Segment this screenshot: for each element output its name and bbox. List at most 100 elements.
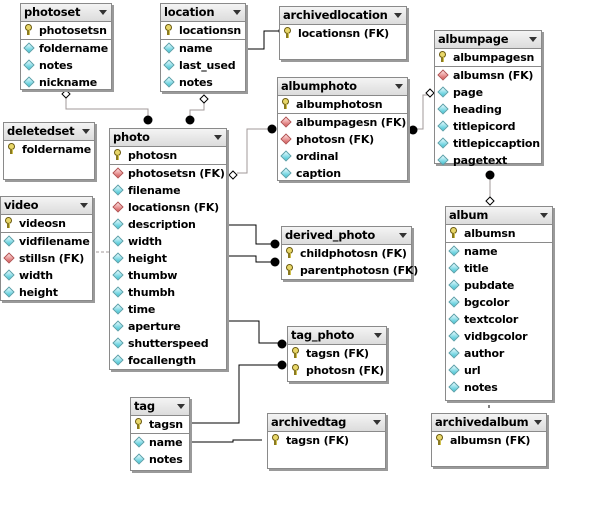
attribute-row[interactable]: pagetext xyxy=(435,152,541,169)
dropdown-arrow-icon[interactable] xyxy=(373,420,381,425)
entity-album[interactable]: album albumsn name title pubdate bgcolor textc… xyxy=(445,206,553,401)
attribute-row[interactable]: aperture xyxy=(110,318,226,335)
entity-archivedlocation[interactable]: archivedlocation locationsn (FK) xyxy=(279,6,407,60)
attribute-row[interactable]: foldername xyxy=(21,40,111,57)
relationship-line[interactable] xyxy=(237,128,271,174)
primary-key-row[interactable]: foldername xyxy=(4,141,94,158)
primary-key-row[interactable]: locationsn xyxy=(161,22,245,39)
attribute-row[interactable]: titlepiccaption xyxy=(435,135,541,152)
dropdown-arrow-icon[interactable] xyxy=(374,333,382,338)
attribute-row[interactable]: notes xyxy=(161,74,245,91)
primary-key-row[interactable]: albumphotosn xyxy=(278,96,407,113)
attribute-row[interactable]: title xyxy=(446,260,552,277)
primary-key-row[interactable]: albumpagesn xyxy=(435,49,541,66)
attribute-row[interactable]: filename xyxy=(110,182,226,199)
dropdown-arrow-icon[interactable] xyxy=(214,135,222,140)
primary-key-row[interactable]: photosn xyxy=(110,147,226,164)
primary-key-row[interactable]: albumsn xyxy=(446,225,552,242)
attribute-row[interactable]: description xyxy=(110,216,226,233)
attribute-row[interactable]: bgcolor xyxy=(446,294,552,311)
attribute-row[interactable]: notes xyxy=(446,379,552,396)
entity-archivedtag[interactable]: archivedtag tagsn (FK) xyxy=(267,413,386,469)
primary-key-row[interactable]: albumsn (FK) xyxy=(432,432,546,449)
primary-key-row[interactable]: tagsn (FK) xyxy=(288,345,386,362)
entity-title[interactable]: deletedset xyxy=(4,123,94,141)
entity-title[interactable]: archivedalbum xyxy=(432,414,546,432)
attribute-row[interactable]: width xyxy=(1,267,92,284)
entity-title[interactable]: derived_photo xyxy=(282,227,411,245)
dropdown-arrow-icon[interactable] xyxy=(394,13,402,18)
entity-title[interactable]: photoset xyxy=(21,4,111,22)
primary-key-row[interactable]: tagsn (FK) xyxy=(268,432,385,449)
entity-albumpage[interactable]: albumpage albumpagesn albumsn (FK) page head… xyxy=(434,30,542,167)
primary-key-row[interactable]: childphotosn (FK) xyxy=(282,245,411,262)
attribute-row[interactable]: ordinal xyxy=(278,148,407,165)
entity-archivedalbum[interactable]: archivedalbum albumsn (FK) xyxy=(431,413,547,467)
relationship-line[interactable] xyxy=(247,30,283,50)
entity-title[interactable]: video xyxy=(1,197,92,215)
dropdown-arrow-icon[interactable] xyxy=(82,129,90,134)
relationship-line[interactable] xyxy=(190,439,262,443)
relationship-line[interactable] xyxy=(413,94,430,130)
dropdown-arrow-icon[interactable] xyxy=(395,84,403,89)
primary-key-row[interactable]: parentphotosn (FK) xyxy=(282,262,418,279)
attribute-row[interactable]: time xyxy=(110,301,226,318)
entity-title[interactable]: photo xyxy=(110,129,226,147)
attribute-row[interactable]: heading xyxy=(435,101,541,118)
primary-key-row[interactable]: tagsn xyxy=(131,416,189,433)
dropdown-arrow-icon[interactable] xyxy=(399,233,407,238)
attribute-row[interactable]: shutterspeed xyxy=(110,335,226,352)
attribute-row[interactable]: author xyxy=(446,345,552,362)
entity-albumphoto[interactable]: albumphoto albumphotosn albumpagesn (FK) ph… xyxy=(277,77,408,181)
entity-title[interactable]: albumphoto xyxy=(278,78,407,96)
attribute-row[interactable]: notes xyxy=(131,451,189,468)
entity-tag-photo[interactable]: tag_photo tagsn (FK) photosn (FK) xyxy=(287,326,387,382)
attribute-row[interactable]: name xyxy=(131,434,189,451)
attribute-row[interactable]: caption xyxy=(278,165,407,182)
attribute-row[interactable]: textcolor xyxy=(446,311,552,328)
entity-title[interactable]: albumpage xyxy=(435,31,541,49)
foreign-key-row[interactable]: photosn (FK) xyxy=(278,131,407,148)
dropdown-arrow-icon[interactable] xyxy=(540,213,548,218)
attribute-row[interactable]: thumbw xyxy=(110,267,226,284)
dropdown-arrow-icon[interactable] xyxy=(233,10,241,15)
attribute-row[interactable]: last_used xyxy=(161,57,245,74)
dropdown-arrow-icon[interactable] xyxy=(177,404,185,409)
entity-location[interactable]: location locationsn name last_used notes xyxy=(160,3,246,92)
entity-video[interactable]: video videosn vidfilename stillsn (FK) width… xyxy=(0,196,93,301)
foreign-key-row[interactable]: albumsn (FK) xyxy=(435,67,541,84)
attribute-row[interactable]: vidbgcolor xyxy=(446,328,552,345)
foreign-key-row[interactable]: photosetsn (FK) xyxy=(110,165,226,182)
attribute-row[interactable]: focallength xyxy=(110,352,226,369)
dropdown-arrow-icon[interactable] xyxy=(80,203,88,208)
attribute-row[interactable]: width xyxy=(110,233,226,250)
primary-key-row[interactable]: videosn xyxy=(1,215,92,232)
primary-key-row[interactable]: locationsn (FK) xyxy=(280,25,406,42)
primary-key-row[interactable]: photosetsn xyxy=(21,22,111,39)
dropdown-arrow-icon[interactable] xyxy=(529,37,537,42)
entity-title[interactable]: archivedtag xyxy=(268,414,385,432)
entity-title[interactable]: album xyxy=(446,207,552,225)
relationship-line[interactable] xyxy=(228,255,275,263)
attribute-row[interactable]: nickname xyxy=(21,74,111,91)
entity-photo[interactable]: photo photosn photosetsn (FK) filename locat… xyxy=(109,128,227,370)
entity-tag[interactable]: tag tagsn name notes xyxy=(130,397,190,471)
relationship-line[interactable] xyxy=(228,320,281,344)
relationship-line[interactable] xyxy=(228,224,275,245)
attribute-row[interactable]: notes xyxy=(21,57,111,74)
foreign-key-row[interactable]: stillsn (FK) xyxy=(1,250,92,267)
relationship-line[interactable] xyxy=(189,103,205,116)
attribute-row[interactable]: name xyxy=(161,40,245,57)
foreign-key-row[interactable]: locationsn (FK) xyxy=(110,199,226,216)
attribute-row[interactable]: titlepicord xyxy=(435,118,541,135)
entity-deletedset[interactable]: deletedset foldername xyxy=(3,122,95,180)
entity-title[interactable]: tag xyxy=(131,398,189,416)
attribute-row[interactable]: url xyxy=(446,362,552,379)
attribute-row[interactable]: height xyxy=(110,250,226,267)
entity-title[interactable]: archivedlocation xyxy=(280,7,406,25)
dropdown-arrow-icon[interactable] xyxy=(534,420,542,425)
attribute-row[interactable]: height xyxy=(1,284,92,301)
foreign-key-row[interactable]: albumpagesn (FK) xyxy=(278,114,407,131)
primary-key-row[interactable]: photosn (FK) xyxy=(288,362,386,379)
entity-photoset[interactable]: photoset photosetsn foldername notes nicknam… xyxy=(20,3,112,90)
